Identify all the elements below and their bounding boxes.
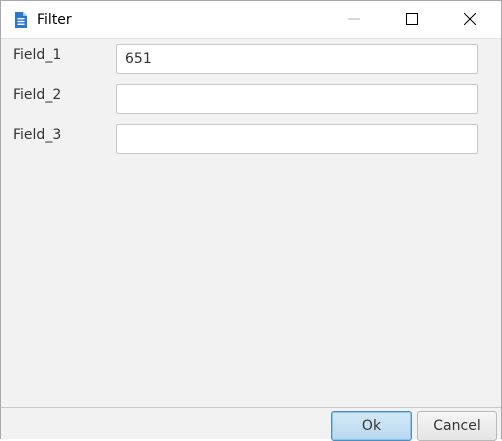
ok-button[interactable]: Ok	[331, 411, 412, 441]
window-title: Filter	[37, 12, 72, 28]
field-row-2: Field_2	[1, 79, 501, 114]
close-icon	[463, 10, 477, 29]
minimize-icon	[348, 10, 360, 29]
field-2-label: Field_2	[13, 87, 62, 103]
field-2-input[interactable]	[116, 84, 478, 114]
minimize-button[interactable]	[331, 1, 377, 38]
field-1-input[interactable]	[116, 44, 478, 74]
cancel-button[interactable]: Cancel	[417, 411, 497, 441]
button-bar: Ok Cancel	[1, 407, 501, 441]
document-icon	[14, 11, 28, 29]
field-row-1: Field_1	[1, 39, 501, 74]
field-3-input[interactable]	[116, 124, 478, 154]
filter-dialog: Filter Field_1 651 Field_2 Field_3 Ok Ca…	[0, 0, 502, 441]
title-bar[interactable]: Filter	[1, 1, 501, 39]
field-row-3: Field_3	[1, 119, 501, 154]
maximize-button[interactable]	[389, 1, 435, 38]
form-area: Field_1 Field_2 Field_3	[1, 39, 501, 407]
field-3-label: Field_3	[13, 127, 62, 143]
close-button[interactable]	[447, 1, 493, 38]
field-1-label: Field_1	[13, 47, 62, 63]
maximize-icon	[406, 10, 418, 29]
